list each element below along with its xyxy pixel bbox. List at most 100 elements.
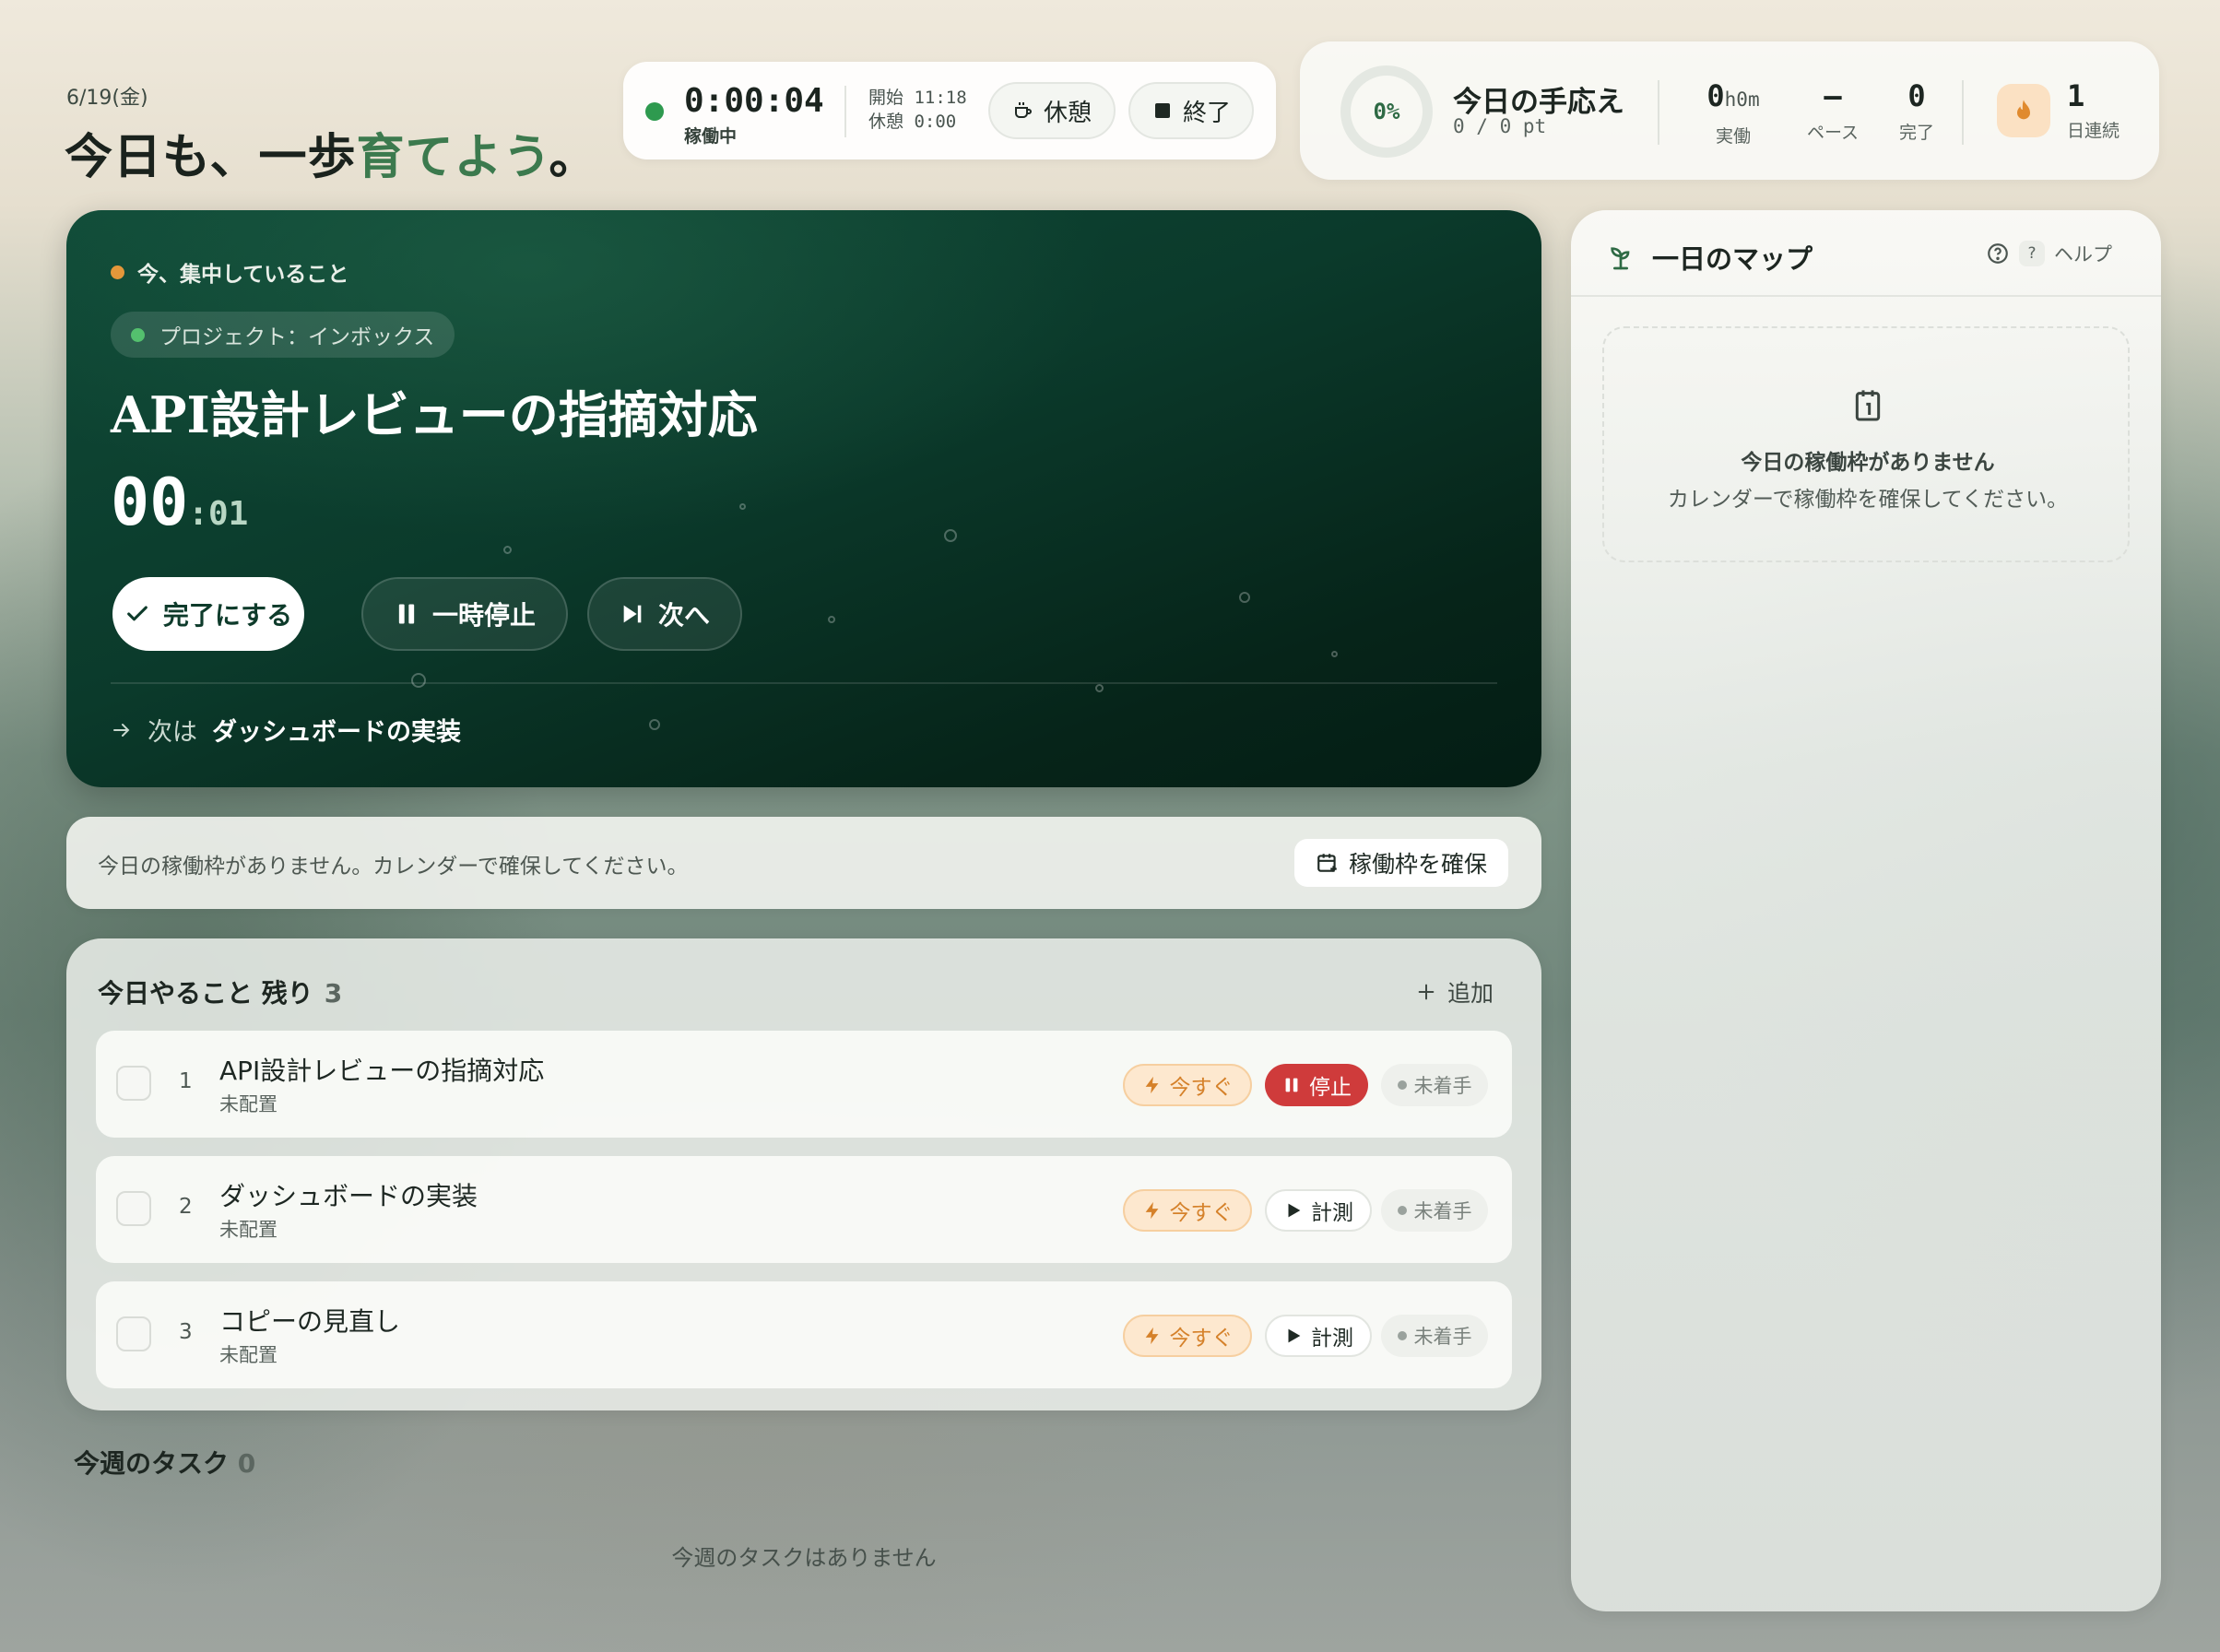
stats-title: 今日の手応え <box>1453 86 1624 119</box>
today-tasks-title: 今日やること 残り <box>98 978 313 1009</box>
week-empty-message: 今週のタスクはありません <box>671 1545 937 1571</box>
task-index: 2 <box>179 1195 193 1219</box>
decor-bubble <box>411 673 426 688</box>
task-name: ダッシュボードの実装 <box>219 1181 478 1211</box>
start-timer-button[interactable]: 計測 <box>1265 1189 1372 1232</box>
calendar-add-icon <box>1317 854 1337 872</box>
pause-button[interactable]: 一時停止 <box>361 577 568 651</box>
decor-bubble <box>1095 684 1104 692</box>
status-badge: 未着手 <box>1381 1189 1488 1232</box>
priority-badge[interactable]: 今すぐ <box>1123 1315 1252 1357</box>
project-name: プロジェクト：インボックス <box>159 325 435 349</box>
divider <box>111 682 1497 684</box>
streak-label: 日連続 <box>2067 121 2120 141</box>
week-tasks-count: 0 <box>237 1448 256 1479</box>
reserve-slot-button[interactable]: 稼働枠を確保 <box>1294 839 1508 887</box>
task-placement: 未配置 <box>219 1093 278 1115</box>
priority-label: 今すぐ <box>1169 1201 1234 1225</box>
priority-label: 今すぐ <box>1169 1327 1234 1351</box>
decor-bubble <box>649 719 660 730</box>
task-checkbox[interactable] <box>116 1316 151 1351</box>
complete-button-label: 完了にする <box>162 600 293 631</box>
complete-button[interactable]: 完了にする <box>112 577 304 651</box>
priority-badge[interactable]: 今すぐ <box>1123 1189 1252 1232</box>
no-slot-banner: 今日の稼働枠がありません。カレンダーで確保してください。 稼働枠を確保 <box>66 817 1541 909</box>
up-next-prefix: 次は <box>148 718 197 747</box>
day-map-empty-state: 今日の稼働枠がありません カレンダーで稼働枠を確保してください。 <box>1602 326 2130 562</box>
no-slot-message: 今日の稼働枠がありません。カレンダーで確保してください。 <box>98 855 689 879</box>
end-button-label: 終了 <box>1182 99 1231 127</box>
divider <box>844 86 846 137</box>
actual-unit: h0m <box>1724 88 1760 111</box>
start-timer-button[interactable]: 計測 <box>1265 1315 1372 1357</box>
arrow-right-icon <box>113 723 130 737</box>
status-dot <box>1397 1080 1407 1090</box>
task-row[interactable]: 2 ダッシュボードの実装 未配置 今すぐ 計測 未着手 <box>96 1156 1512 1263</box>
status-dot <box>1397 1331 1407 1340</box>
up-next-task[interactable]: ダッシュボードの実装 <box>212 712 461 748</box>
add-task-button[interactable]: 追加 <box>1416 975 1494 1009</box>
task-placement: 未配置 <box>219 1344 278 1366</box>
next-button-label: 次へ <box>657 600 710 631</box>
divider <box>1962 80 1964 145</box>
focus-card: 今、集中していること プロジェクト：インボックス API設計レビューの指摘対応 … <box>66 210 1541 787</box>
day-map-heading: 一日のマップ <box>1606 238 1813 277</box>
coffee-icon <box>1014 102 1032 118</box>
status-label: 未着手 <box>1413 1075 1472 1097</box>
pace-label: ペース <box>1806 123 1860 143</box>
today-tasks-heading: 今日やること 残り 3 <box>98 974 342 1010</box>
help-label: ヘルプ <box>2054 243 2112 266</box>
pause-icon <box>398 604 415 624</box>
break-button[interactable]: 休憩 <box>988 82 1116 139</box>
calendar-icon <box>1855 390 1881 421</box>
tagline-accent: 育てよう <box>356 129 549 185</box>
today-tasks-panel: 今日やること 残り 3 追加 1 API設計レビューの指摘対応 未配置 今すぐ 停… <box>66 938 1541 1410</box>
live-status-dot <box>645 102 664 121</box>
day-map-panel: 一日のマップ ? ヘルプ 今日の稼働枠がありません カレンダーで稼働枠を確保して… <box>1571 210 2161 1611</box>
task-checkbox[interactable] <box>116 1191 151 1226</box>
day-map-title: 一日のマップ <box>1652 243 1813 275</box>
measure-label: 計測 <box>1311 1327 1353 1351</box>
help-button[interactable]: ? ヘルプ <box>1986 240 2112 267</box>
week-tasks-title: 今週のタスク <box>74 1448 230 1479</box>
decor-bubble <box>1239 592 1250 603</box>
focus-time-sub: :01 <box>188 495 249 533</box>
stop-icon <box>1154 103 1170 118</box>
today-tasks-count: 3 <box>324 978 343 1009</box>
stats-points: 0 / 0 pt <box>1453 115 1547 137</box>
stat-pace: – ペース <box>1792 78 1873 144</box>
task-checkbox[interactable] <box>116 1066 151 1101</box>
end-button[interactable]: 終了 <box>1128 82 1254 139</box>
flame-icon <box>2017 100 2030 120</box>
measure-label: 計測 <box>1311 1201 1353 1225</box>
check-icon <box>127 606 148 621</box>
next-button[interactable]: 次へ <box>587 577 742 651</box>
actual-value: 0 <box>1706 78 1725 113</box>
tagline-suffix: 。 <box>549 129 598 185</box>
week-tasks-heading: 今週のタスク 0 <box>74 1444 255 1481</box>
project-dot <box>131 327 145 342</box>
focus-time-main: 00 <box>111 465 189 540</box>
lightning-icon <box>1145 1327 1158 1345</box>
decor-bubble <box>1331 651 1338 657</box>
lightning-icon <box>1145 1076 1158 1094</box>
daily-stats-card: 0% 今日の手応え 0 / 0 pt 0h0m 実働 – ペース 0 完了 1 … <box>1300 41 2159 180</box>
decor-bubble <box>739 503 746 510</box>
task-row[interactable]: 1 API設計レビューの指摘対応 未配置 今すぐ 停止 未着手 <box>96 1031 1512 1138</box>
up-next: 次は ダッシュボードの実装 <box>111 712 461 748</box>
task-placement: 未配置 <box>219 1219 278 1241</box>
task-index: 3 <box>179 1320 193 1344</box>
focus-elapsed: 00:01 <box>111 465 248 540</box>
pause-icon <box>1285 1078 1298 1092</box>
focus-label: 今、集中していること <box>111 256 348 288</box>
task-row[interactable]: 3 コピーの見直し 未配置 今すぐ 計測 未着手 <box>96 1281 1512 1388</box>
plus-icon <box>1418 984 1435 1000</box>
focus-indicator-dot <box>111 265 124 279</box>
progress-ring: 0% <box>1340 65 1433 158</box>
stop-timer-button[interactable]: 停止 <box>1265 1064 1368 1106</box>
focus-label-text: 今、集中していること <box>137 263 349 287</box>
status-label: 未着手 <box>1413 1200 1472 1222</box>
help-shortcut-key: ? <box>2019 241 2045 266</box>
priority-label: 今すぐ <box>1169 1076 1234 1100</box>
priority-badge[interactable]: 今すぐ <box>1123 1064 1252 1106</box>
